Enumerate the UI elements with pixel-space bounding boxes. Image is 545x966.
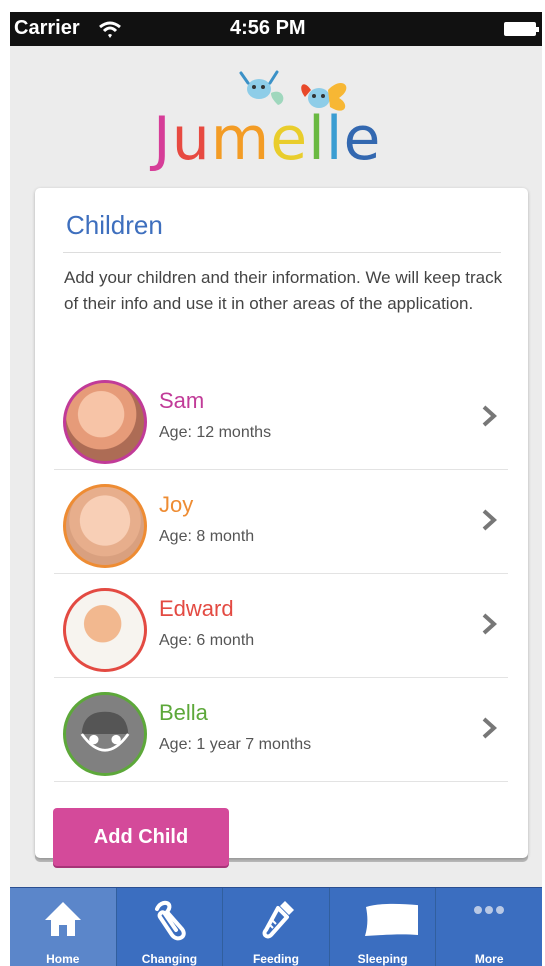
child-name: Bella [159,700,208,725]
title-divider [63,252,501,253]
tab-label: Feeding [252,952,299,966]
tab-feeding[interactable]: Feeding [223,888,330,966]
wifi-icon [99,21,121,38]
logo-letter: e [343,104,382,174]
bottom-tab-bar: Home Changing Feeding Sleeping More [10,887,542,966]
logo-letter: e [270,104,309,174]
child-age: Age: 1 year 7 months [159,736,312,753]
child-avatar-joy [63,484,147,568]
home-icon [44,902,81,936]
tab-label: More [474,952,504,966]
pillow-icon [364,903,418,936]
chevron-right-icon[interactable] [477,508,501,532]
child-name: Joy [159,492,194,517]
child-row-edward[interactable]: Edward Age: 6 month [54,574,508,678]
children-description: Add your children and their information.… [64,268,503,313]
child-age: Age: 6 month [159,632,255,649]
child-avatar-edward [63,588,147,672]
logo-letter: l [325,104,344,174]
logo-letter: m [210,104,271,174]
tab-label: Changing [141,952,198,966]
children-title: Children [66,210,163,240]
carrier-name: Carrier [14,17,80,39]
child-name: Edward [159,596,234,621]
chevron-right-icon[interactable] [477,404,501,428]
child-name: Sam [159,388,205,413]
child-row-bella[interactable]: Bella Age: 1 year 7 months [54,678,508,782]
tab-sleeping[interactable]: Sleeping [330,888,437,966]
child-avatar-sam [63,380,147,464]
child-age: Age: 12 months [159,424,272,441]
logo-letter: u [171,104,211,174]
children-card: Children Add your children and their inf… [35,188,528,866]
jumelle-logo: Jumelle [153,104,381,174]
tab-home[interactable]: Home [10,888,117,966]
chevron-right-icon[interactable] [477,716,501,740]
child-row-joy[interactable]: Joy Age: 8 month [54,470,508,574]
tab-label: Sleeping [357,952,408,966]
status-bar: Carrier 4:56 PM [10,12,542,46]
logo-letter: J [153,104,172,174]
tab-changing[interactable]: Changing [117,888,224,966]
child-avatar-placeholder-icon [63,692,147,776]
tab-more[interactable]: More [436,888,542,966]
app-screen: Carrier 4:56 PM Jumelle Children Add you… [10,12,542,966]
brand-header: Jumelle [10,46,542,194]
child-age: Age: 8 month [159,528,255,545]
battery-icon [504,22,539,36]
more-icon [474,906,505,914]
status-time: 4:56 PM [230,17,306,39]
child-row-sam[interactable]: Sam Age: 12 months [54,366,508,470]
tab-label: Home [46,952,80,966]
chevron-right-icon[interactable] [477,612,501,636]
baby-bottle-icon [262,901,294,939]
safety-pin-icon [155,900,187,941]
logo-letter: l [308,104,326,174]
add-child-button[interactable]: Add Child [53,808,229,866]
